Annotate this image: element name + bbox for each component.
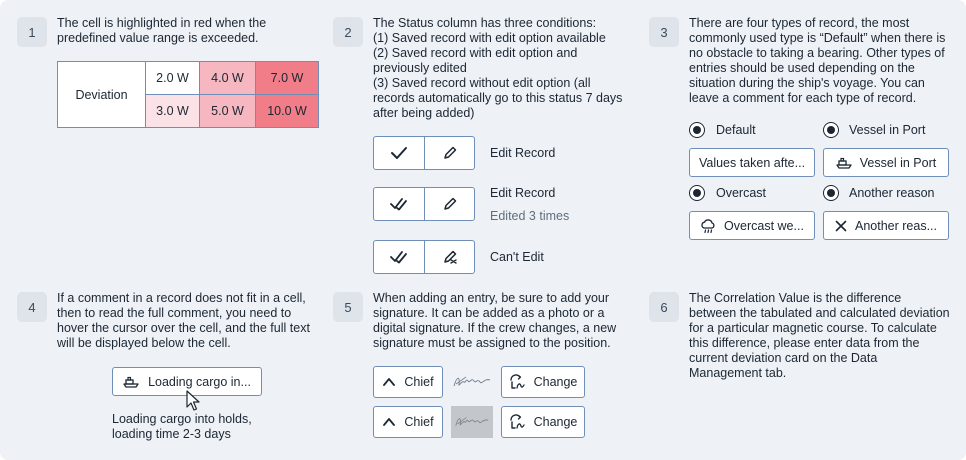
deviation-cell: 3.0 W	[145, 94, 200, 128]
close-icon	[835, 220, 847, 232]
change-signature-label: Change	[533, 375, 578, 389]
panel1-description: The cell is highlighted in red when the …	[57, 16, 267, 45]
status-1-label: Edit Record	[490, 146, 556, 160]
digital-signature-image	[451, 366, 493, 398]
panel2-description: The Status column has three conditions: …	[373, 16, 635, 121]
panel6-description: The Correlation Value is the difference …	[689, 291, 950, 380]
step-number-6: 6	[649, 292, 679, 322]
position-label: Chief	[404, 375, 434, 389]
radio-overcast[interactable]	[689, 185, 705, 201]
edit-record-button[interactable]	[424, 137, 474, 169]
cloud-rain-icon	[700, 218, 716, 234]
double-check-icon	[374, 188, 424, 220]
photo-signature-image	[451, 406, 493, 438]
comment-default-text: Values taken afte...	[698, 155, 806, 170]
deviation-cell: 4.0 W	[199, 61, 256, 95]
swap-signature-icon	[509, 374, 525, 390]
comment-another-reason-button[interactable]: Another reas...	[823, 211, 949, 240]
comment-overcast-button[interactable]: Overcast we...	[689, 211, 815, 240]
position-select-button[interactable]: Chief	[373, 366, 443, 398]
status-line-1: (1) Saved record with edit option availa…	[373, 31, 606, 45]
deviation-cell: 2.0 W	[145, 61, 200, 95]
change-signature-button[interactable]: Change	[501, 366, 585, 398]
status-editable-control	[373, 136, 475, 170]
comment-vessel-in-port-button[interactable]: Vessel in Port	[823, 148, 949, 177]
radio-vessel-in-port[interactable]	[823, 122, 839, 138]
swap-signature-icon	[509, 414, 525, 430]
chevron-up-icon	[382, 377, 396, 387]
deviation-row-label: Deviation	[57, 61, 146, 128]
pencil-off-icon	[443, 250, 457, 264]
ship-icon	[123, 376, 139, 388]
radio-default[interactable]	[689, 122, 705, 138]
pencil-icon	[443, 146, 456, 159]
comment-cell-text: Loading cargo in...	[148, 374, 251, 389]
panel5-description: When adding an entry, be sure to add you…	[373, 291, 617, 350]
comment-overcast-text: Overcast we...	[724, 218, 804, 233]
position-label: Chief	[404, 415, 434, 429]
deviation-cell: 10.0 W	[255, 94, 319, 128]
step-number-4: 4	[17, 292, 47, 322]
panel4-description: If a comment in a record does not fit in…	[57, 291, 310, 350]
status-3-label: Can't Edit	[490, 250, 544, 264]
deviation-cell: 7.0 W	[255, 61, 319, 95]
check-icon	[374, 137, 424, 169]
edit-record-button[interactable]	[424, 188, 474, 220]
comment-tooltip: Loading cargo into holds, loading time 2…	[112, 412, 252, 441]
chevron-up-icon	[382, 417, 396, 427]
radio-default-label: Default	[716, 123, 756, 137]
change-signature-button[interactable]: Change	[501, 406, 585, 438]
panel3-description: There are four types of record, the most…	[689, 16, 946, 105]
status-intro: The Status column has three conditions:	[373, 16, 597, 30]
position-select-button[interactable]: Chief	[373, 406, 443, 438]
comment-another-reason-text: Another reas...	[855, 218, 937, 233]
comment-default-button[interactable]: Values taken afte...	[689, 148, 815, 177]
comment-vessel-in-port-text: Vessel in Port	[859, 155, 937, 170]
ship-icon	[836, 157, 852, 169]
step-number-2: 2	[333, 17, 363, 47]
deviation-cell: 5.0 W	[199, 94, 256, 128]
change-signature-label: Change	[533, 415, 578, 429]
double-check-icon	[374, 241, 424, 273]
radio-another-reason[interactable]	[823, 185, 839, 201]
step-number-3: 3	[649, 17, 679, 47]
help-canvas: 1 The cell is highlighted in red when th…	[0, 0, 966, 460]
step-number-5: 5	[333, 292, 363, 322]
pencil-icon	[443, 197, 456, 210]
radio-vessel-in-port-label: Vessel in Port	[849, 123, 926, 137]
radio-another-reason-label: Another reason	[849, 186, 935, 200]
deviation-table: Deviation 2.0 W 4.0 W 7.0 W 3.0 W 5.0 W …	[57, 61, 319, 128]
status-locked-control	[373, 240, 475, 274]
radio-overcast-label: Overcast	[716, 186, 767, 200]
status-edited-control	[373, 187, 475, 221]
status-line-2: (2) Saved record with edit option and pr…	[373, 46, 578, 75]
step-number-1: 1	[17, 17, 47, 47]
status-line-3: (3) Saved record without edit option (al…	[373, 76, 623, 120]
status-2-label: Edit Record	[490, 186, 556, 200]
edit-disabled-indicator	[424, 241, 474, 273]
status-2-edit-count: Edited 3 times	[490, 209, 570, 223]
